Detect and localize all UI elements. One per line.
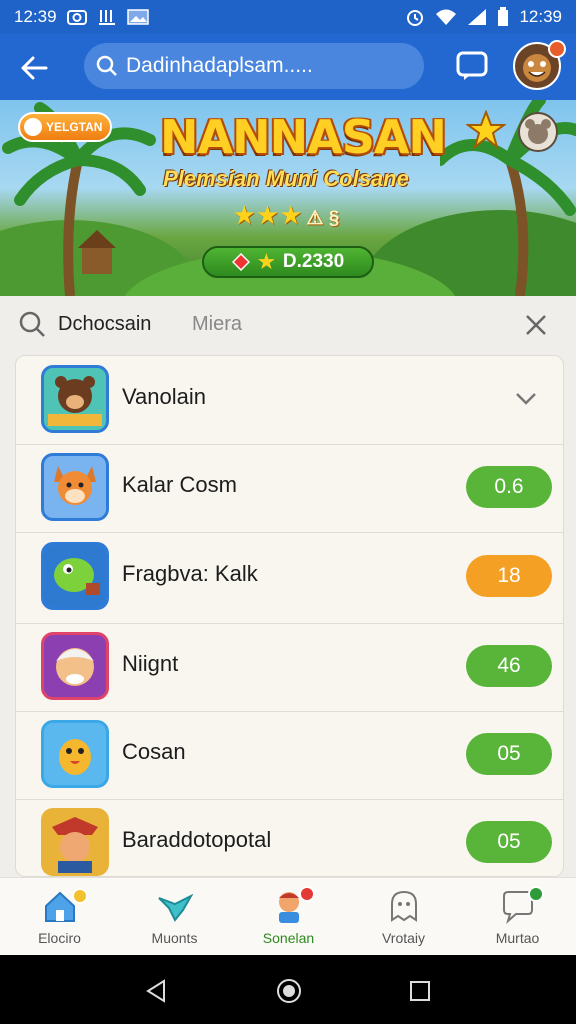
mouse-character-icon[interactable] <box>518 112 558 152</box>
pirate-game-icon <box>41 808 109 876</box>
list-item[interactable]: Niignt 46 <box>16 623 563 712</box>
nav-badge <box>528 886 544 902</box>
score-badge[interactable]: 46 <box>466 645 552 687</box>
banner-play-button[interactable]: ★ D.2330 <box>202 246 374 278</box>
list-item-name: Fragbva: Kalk <box>122 561 258 586</box>
banner-badge: YELGTAN <box>18 112 112 142</box>
search-icon[interactable] <box>18 310 46 338</box>
chick-game-icon <box>41 720 109 788</box>
banner-pill-text: D.2330 <box>282 251 345 272</box>
dino-game-icon <box>41 542 109 610</box>
banner-rating: ★★★ ⚠ § <box>206 200 366 231</box>
system-back-icon[interactable] <box>144 979 168 1003</box>
search-text: Dadinhadaplsam..... <box>126 54 313 77</box>
list-item-name: Baraddotopotal <box>122 827 272 852</box>
list-item-name: Niignt <box>122 651 179 676</box>
banner-subtitle: Plemsian Muni Colsane <box>163 166 409 191</box>
bird-icon <box>158 893 193 922</box>
battery-icon <box>498 7 509 26</box>
nav-item-vrotaiy[interactable]: Vrotaiy <box>346 878 461 956</box>
nav-badge <box>299 886 315 902</box>
banner-badge-text: YELGTAN <box>46 120 103 134</box>
list-item[interactable]: Baraddotopotal 05 <box>16 799 563 876</box>
alarm-icon <box>407 10 424 26</box>
system-home-icon[interactable] <box>276 978 302 1004</box>
download-icon <box>98 10 115 25</box>
nav-label: Elociro <box>38 930 81 946</box>
nav-label: Muonts <box>151 930 198 946</box>
filter-tab-active[interactable]: Dchocsain <box>58 313 151 336</box>
star-badge-icon[interactable] <box>466 110 506 150</box>
banner-title: NANNASAN <box>160 110 447 164</box>
bear-game-icon <box>41 365 109 433</box>
status-time-right: 12:39 <box>519 7 562 26</box>
nav-badge <box>72 888 88 904</box>
system-recents-icon[interactable] <box>408 979 432 1003</box>
list-item-name: Vanolain <box>122 384 206 409</box>
promo-banner[interactable]: YELGTAN NANNASAN Plemsian Muni Colsane ★… <box>0 100 576 296</box>
star-small-icon: ★ <box>257 251 275 273</box>
list-item-name: Kalar Cosm <box>122 472 237 497</box>
list-item-name: Cosan <box>122 739 186 764</box>
game-list: Vanolain Kalar Cosm 0.6 Fragbva: Kalk 18… <box>15 355 564 877</box>
nav-item-muonts[interactable]: Muonts <box>117 878 232 956</box>
status-bar: 12:39 12:39 <box>0 0 576 34</box>
fox-game-icon <box>41 453 109 521</box>
search-icon <box>96 55 117 76</box>
system-navigation-bar <box>0 955 576 1024</box>
grandma-game-icon <box>41 632 109 700</box>
score-badge[interactable]: 05 <box>466 733 552 775</box>
filter-tab-other[interactable]: Miera <box>192 313 242 336</box>
filter-bar: Dchocsain Miera <box>0 296 576 354</box>
signal-icon <box>468 9 487 25</box>
banner-stars-suffix: ⚠ § <box>306 208 340 229</box>
score-badge[interactable]: 05 <box>466 821 552 863</box>
nav-item-murtao[interactable]: Murtao <box>460 878 575 956</box>
badge-dot <box>24 118 42 136</box>
nav-item-home[interactable]: Elociro <box>2 878 117 956</box>
back-arrow-icon[interactable] <box>18 52 50 84</box>
banner-stars-icon: ★★★ <box>232 200 303 230</box>
wifi-icon <box>436 9 457 25</box>
gem-icon <box>231 253 250 271</box>
score-badge[interactable]: 18 <box>466 555 552 597</box>
mouse-face <box>525 119 551 144</box>
score-badge[interactable]: 0.6 <box>466 466 552 508</box>
search-input[interactable]: Dadinhadaplsam..... <box>84 43 424 89</box>
nav-label: Vrotaiy <box>381 930 426 946</box>
app-bar: Dadinhadaplsam..... <box>0 34 576 100</box>
status-time: 12:39 <box>14 7 57 26</box>
list-item[interactable]: Kalar Cosm 0.6 <box>16 444 563 533</box>
close-icon[interactable] <box>524 313 548 337</box>
notification-dot <box>548 40 566 58</box>
bottom-navigation: Elociro Muonts Sonelan Vrotaiy Murtao <box>0 877 576 956</box>
nav-item-sonelan[interactable]: Sonelan <box>231 878 346 956</box>
camera-icon <box>66 10 87 25</box>
nav-label: Murtao <box>495 930 540 946</box>
list-item[interactable]: Fragbva: Kalk 18 <box>16 533 563 624</box>
list-item[interactable]: Cosan 05 <box>16 711 563 800</box>
image-icon <box>126 9 149 25</box>
chat-icon[interactable] <box>455 50 489 82</box>
ghost-icon <box>391 890 417 922</box>
nav-label: Sonelan <box>262 930 315 946</box>
chevron-down-icon[interactable] <box>514 386 538 410</box>
list-item[interactable]: Vanolain <box>16 356 563 445</box>
